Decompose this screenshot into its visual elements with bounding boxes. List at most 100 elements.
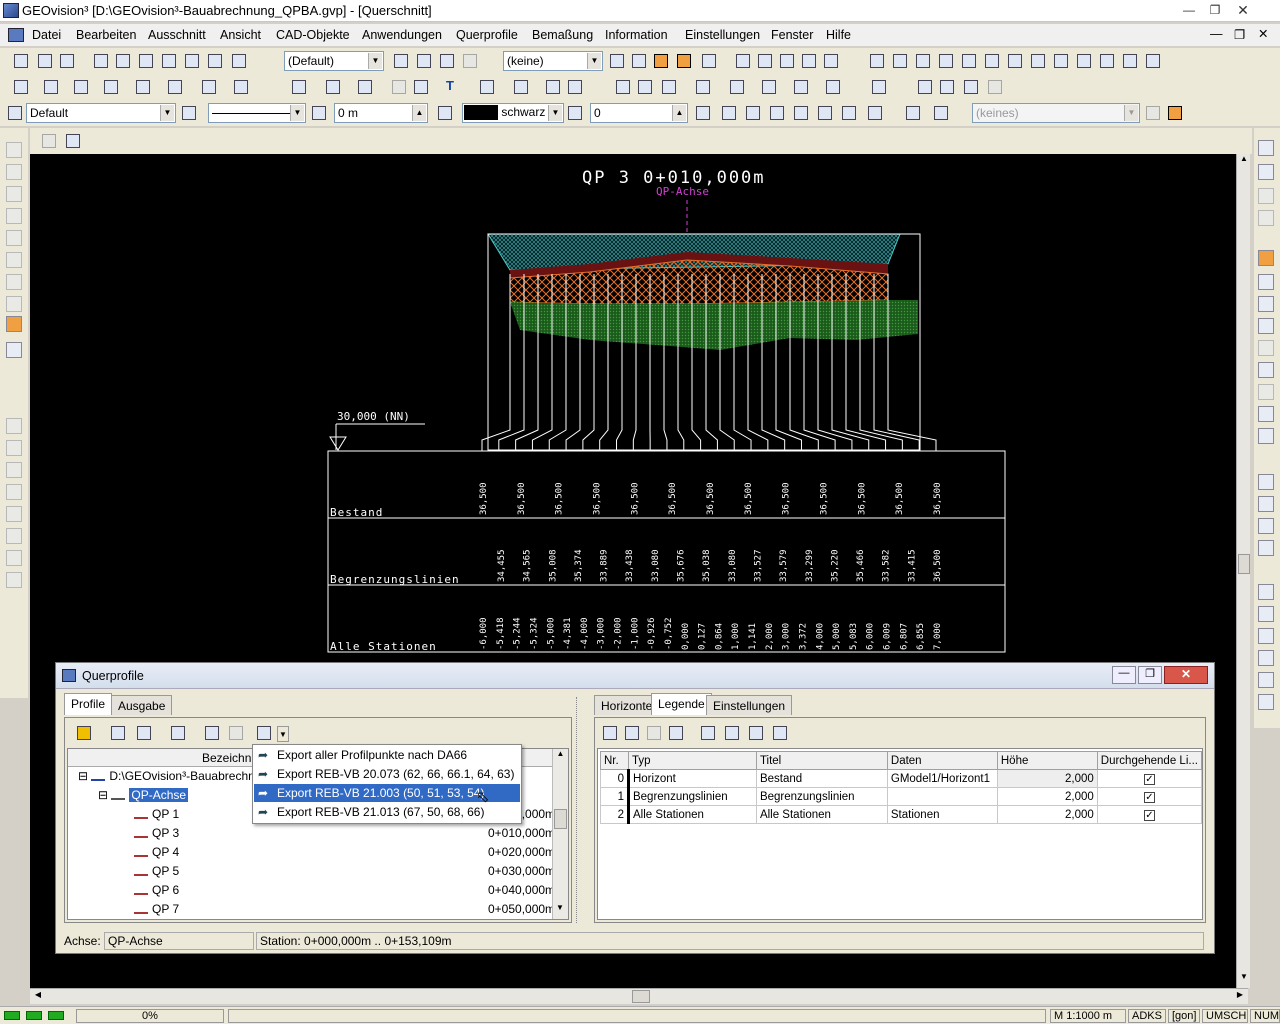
snap-8-icon[interactable] [6,296,22,312]
width-icon[interactable] [310,104,328,122]
layer-edit-icon[interactable] [438,52,456,70]
menu-information[interactable]: Information [605,28,668,42]
export-menu-icon[interactable] [255,724,273,742]
block-icon[interactable] [412,78,430,96]
frame-toggle-icon[interactable] [652,52,670,70]
prop-4-icon[interactable] [792,104,810,122]
prop-3-icon[interactable] [768,104,786,122]
dimension-icon[interactable] [700,52,718,70]
mdi-minimize-icon[interactable]: — [1210,27,1223,41]
durchgehend-checkbox[interactable]: ✓ [1143,809,1155,821]
view-refresh-icon[interactable] [64,132,82,150]
prop-5-icon[interactable] [816,104,834,122]
menu-querprofile[interactable]: Querprofile [456,28,518,42]
hscroll-thumb[interactable] [632,990,650,1003]
open-icon[interactable] [92,52,110,70]
snap-12-icon[interactable] [6,440,22,456]
cell-daten[interactable] [886,787,998,806]
copy-icon[interactable] [160,52,178,70]
col-titel[interactable]: Titel [755,751,888,770]
select-1-icon[interactable] [1258,584,1274,600]
book-icon[interactable] [75,724,93,742]
cell-typ[interactable]: Horizont [627,769,757,788]
height-input[interactable]: 0 m ▲ [334,103,428,123]
sort-icon[interactable] [667,724,685,742]
import-icon[interactable] [206,52,224,70]
horizontal-scrollbar[interactable]: ◀ ▶ [30,988,1248,1004]
prop-9-icon[interactable] [932,104,950,122]
polyline-icon[interactable] [42,78,60,96]
globe-3-icon[interactable] [1258,518,1274,534]
array-icon[interactable] [824,78,842,96]
maximize-button[interactable]: ❐ [1204,2,1226,19]
info-5-icon[interactable] [960,52,978,70]
table-2-icon[interactable] [778,52,796,70]
tree-axis[interactable]: ⊟ QP-Achse [98,786,189,804]
menu-export-da66[interactable]: ➦ Export aller Profilpunkte nach DA66 [254,746,520,764]
vertical-scrollbar[interactable]: ▲ ▼ [1236,154,1250,988]
tab-horizonte[interactable]: Horizonte [594,695,660,715]
info-10-icon[interactable] [1075,52,1093,70]
dialog-close-button[interactable]: ✕ [1164,666,1208,684]
select-4-icon[interactable] [1258,650,1274,666]
menu-einstellungen[interactable]: Einstellungen [685,28,760,42]
snap-3-icon[interactable] [6,186,22,202]
color-select[interactable]: schwarz ▼ [462,103,564,123]
col-hoehe[interactable]: Höhe [996,751,1098,770]
layer-add-icon[interactable] [415,52,433,70]
linetype-select[interactable]: ▼ [208,103,306,123]
extend-icon[interactable] [760,78,778,96]
rectangle-icon[interactable] [166,78,184,96]
region-icon[interactable] [324,78,342,96]
minimize-button[interactable]: — [1178,2,1200,19]
pan-hand-icon[interactable] [1258,428,1274,444]
info-2-icon[interactable] [891,52,909,70]
snap-5-icon[interactable] [6,230,22,246]
prop-active-icon[interactable] [1166,104,1184,122]
info-7-icon[interactable] [1006,52,1024,70]
mirror-icon[interactable] [660,78,678,96]
menu-bearbeiten[interactable]: Bearbeiten [76,28,136,42]
info-13-icon[interactable] [1144,52,1162,70]
tab-profile[interactable]: Profile [64,693,113,715]
zoom-select-icon[interactable] [1258,406,1274,422]
zoom-all-icon[interactable] [1258,274,1274,290]
close-button[interactable]: ✕ [1232,2,1254,19]
globe-1-icon[interactable] [1258,474,1274,490]
dialog-minimize-button[interactable]: — [1112,666,1136,684]
scale-status[interactable]: M 1:1000 m [1050,1009,1126,1023]
menu-ansicht[interactable]: Ansicht [220,28,261,42]
info-3-icon[interactable] [914,52,932,70]
cell-daten[interactable]: Stationen [886,805,998,824]
prop-2-icon[interactable] [744,104,762,122]
mdi-restore-icon[interactable]: ❐ [1234,27,1245,42]
doc-icon[interactable] [8,28,24,42]
globe-2-icon[interactable] [1258,496,1274,512]
legend-tool-4-icon[interactable] [771,724,789,742]
export-dropdown-arrow[interactable]: ▼ [277,726,289,742]
arrow-down-icon[interactable] [1258,140,1274,156]
spline-icon[interactable] [232,78,250,96]
durchgehend-checkbox[interactable]: ✓ [1143,791,1155,803]
cell-hoehe[interactable]: 2,000 [996,787,1098,806]
select-5-icon[interactable] [1258,672,1274,688]
dialog-maximize-button[interactable]: ❐ [1138,666,1162,684]
rotate-icon[interactable] [636,78,654,96]
menu-hilfe[interactable]: Hilfe [826,28,851,42]
refresh-icon[interactable] [109,724,127,742]
dialog-title-bar[interactable]: Querprofile — ❐ ✕ [56,663,1214,689]
info-6-icon[interactable] [983,52,1001,70]
scroll-right-icon[interactable]: ▶ [1234,990,1246,1003]
menu-cad-objekte[interactable]: CAD-Objekte [276,28,350,42]
fill-icon[interactable] [566,78,584,96]
check-icon[interactable] [962,78,980,96]
prop-7-icon[interactable] [866,104,884,122]
add-row-icon[interactable] [601,724,619,742]
cell-hoehe[interactable]: 2,000 [996,769,1098,788]
number-input[interactable]: 0 ▲ [590,103,688,123]
printer-icon[interactable] [203,724,221,742]
crossed-icon[interactable] [630,52,648,70]
legend-tool-1-icon[interactable] [699,724,717,742]
table-row[interactable]: 1 Begrenzungslinien Begrenzungslinien 2,… [600,787,1203,806]
height-edit-icon[interactable] [436,104,454,122]
